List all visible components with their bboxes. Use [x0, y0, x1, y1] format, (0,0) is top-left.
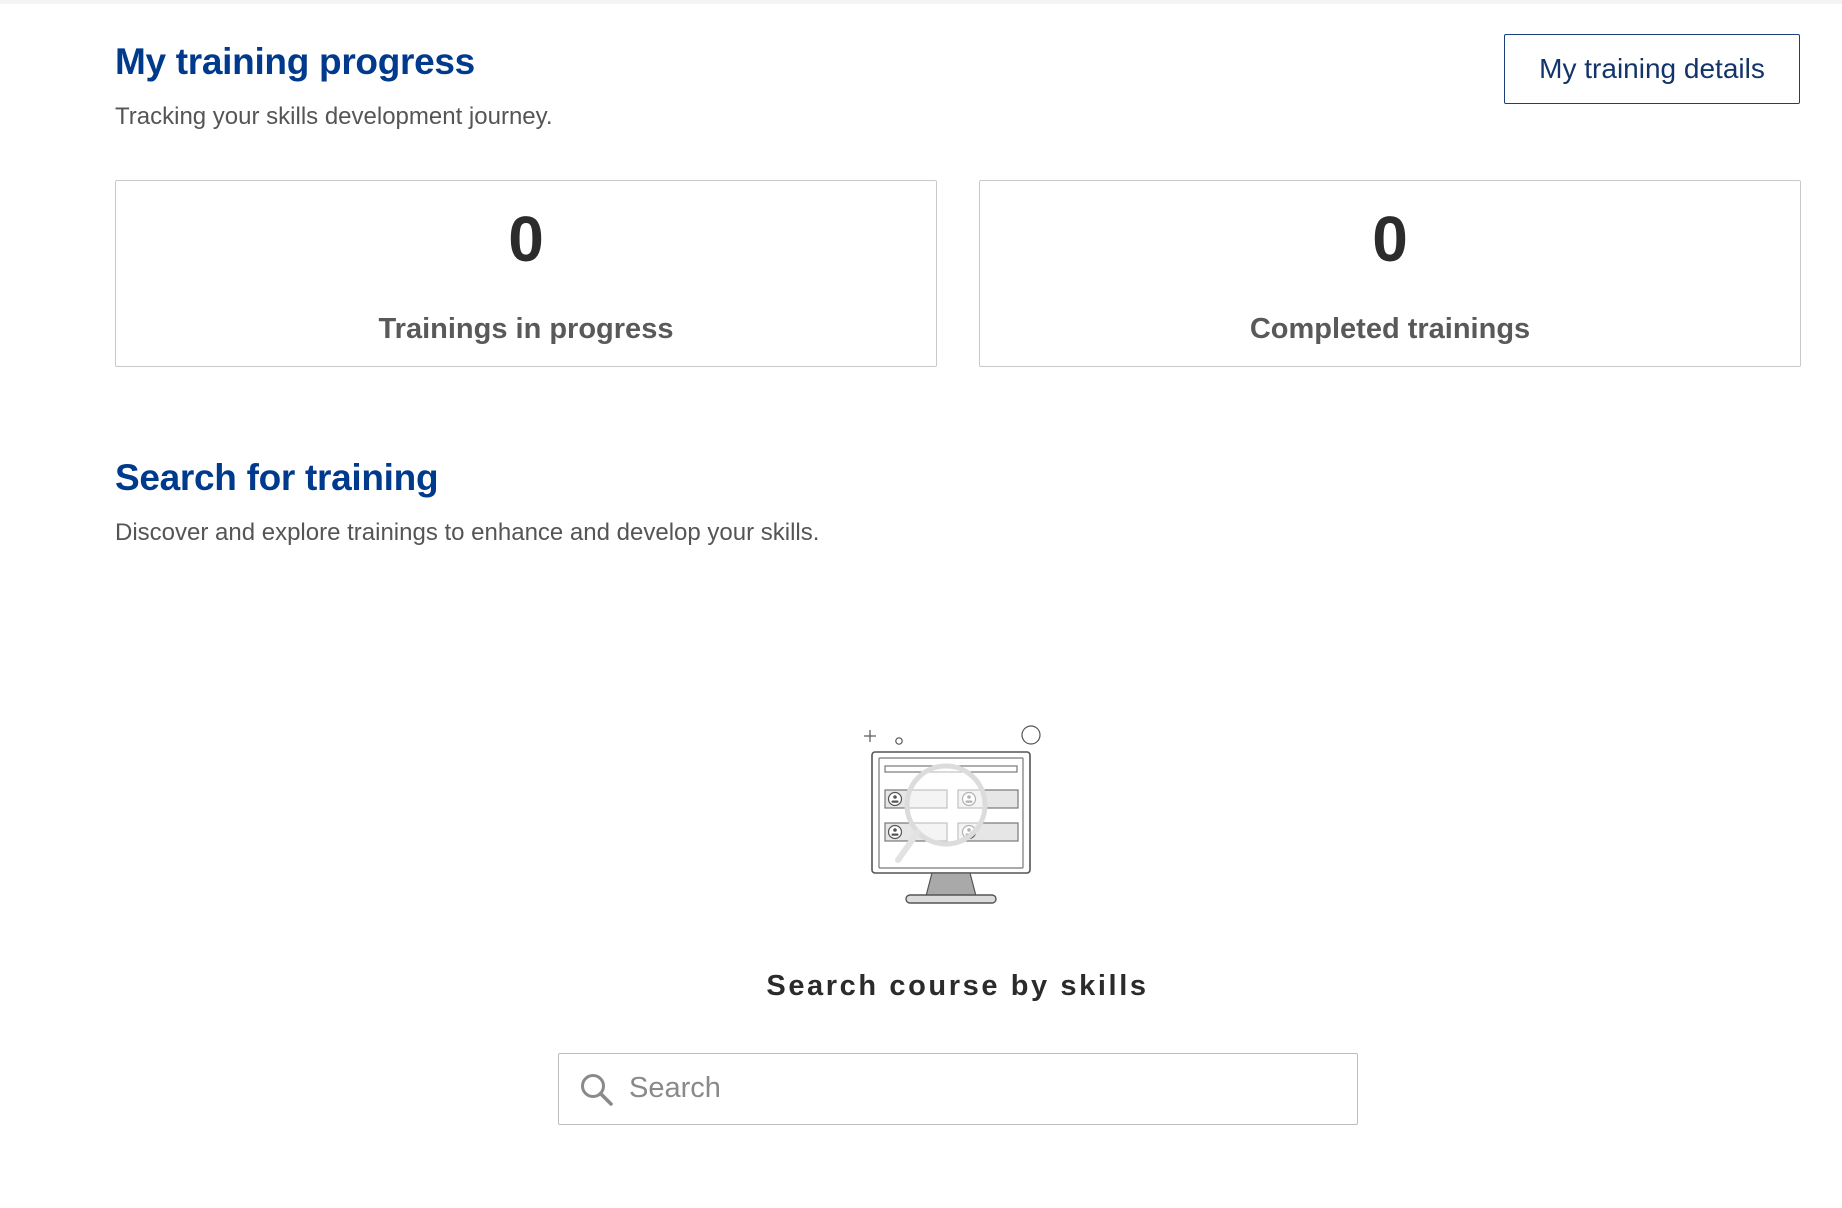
- search-icon: [579, 1072, 615, 1108]
- stat-label-completed: Completed trainings: [1249, 313, 1531, 345]
- stat-card-in-progress: 0 Trainings in progress: [115, 180, 937, 367]
- search-input[interactable]: [629, 1054, 1339, 1123]
- my-training-details-button[interactable]: My training details: [1504, 34, 1800, 104]
- stat-label-in-progress: Trainings in progress: [378, 313, 674, 345]
- empty-state-title: Search course by skills: [766, 970, 1149, 1002]
- progress-section-subtitle: Tracking your skills development journey…: [115, 103, 553, 130]
- search-section-subtitle: Discover and explore trainings to enhanc…: [115, 519, 820, 546]
- search-section-title: Search for training: [115, 457, 439, 498]
- training-page: My training progress Tracking your skill…: [115, 0, 1801, 1208]
- stat-card-completed: 0 Completed trainings: [979, 180, 1801, 367]
- search-illustration-icon: [860, 722, 1045, 910]
- stat-value-in-progress: 0: [508, 203, 544, 275]
- progress-section-title: My training progress: [115, 41, 475, 82]
- stat-value-completed: 0: [1372, 203, 1408, 275]
- search-box[interactable]: [558, 1053, 1358, 1125]
